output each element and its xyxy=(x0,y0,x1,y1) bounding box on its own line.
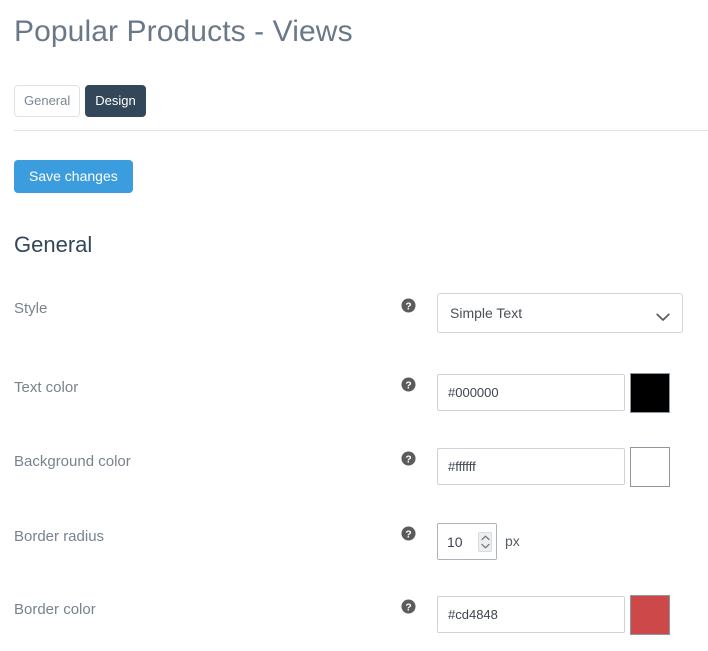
form-row-background-color: Background color ? xyxy=(0,447,708,491)
tab-bar: General Design xyxy=(14,85,146,117)
border-color-input[interactable] xyxy=(437,596,625,633)
svg-text:?: ? xyxy=(405,529,411,540)
save-changes-button[interactable]: Save changes xyxy=(14,160,133,193)
border-radius-spin-buttons[interactable] xyxy=(478,531,492,552)
label-background-color: Background color xyxy=(14,453,131,470)
svg-text:?: ? xyxy=(405,301,411,312)
label-style: Style xyxy=(14,300,48,317)
header-divider xyxy=(14,130,708,131)
text-color-swatch[interactable] xyxy=(630,373,670,413)
form-row-style: Style ? Simple Text xyxy=(0,293,708,337)
chevron-down-icon xyxy=(656,309,670,321)
border-color-swatch[interactable] xyxy=(630,595,670,635)
tab-design[interactable]: Design xyxy=(85,85,146,117)
style-select-box[interactable]: Simple Text xyxy=(437,293,683,333)
page-title: Popular Products - Views xyxy=(14,15,353,48)
border-radius-stepper[interactable] xyxy=(437,523,497,560)
form-row-border-radius: Border radius ? px xyxy=(0,522,708,566)
section-heading-general: General xyxy=(14,232,93,257)
svg-text:?: ? xyxy=(405,454,411,465)
label-text-color: Text color xyxy=(14,379,79,396)
help-circle-icon[interactable]: ? xyxy=(401,298,416,313)
help-circle-icon[interactable]: ? xyxy=(401,377,416,392)
help-circle-icon[interactable]: ? xyxy=(401,451,416,466)
text-color-input[interactable] xyxy=(437,374,625,411)
label-border-radius: Border radius xyxy=(14,528,105,545)
form-row-text-color: Text color ? xyxy=(0,373,708,417)
style-select[interactable]: Simple Text xyxy=(437,293,683,333)
style-select-value: Simple Text xyxy=(450,305,523,321)
border-radius-input[interactable] xyxy=(447,533,478,550)
svg-text:?: ? xyxy=(405,602,411,613)
settings-page: Popular Products - Views General Design … xyxy=(0,0,708,651)
border-radius-unit-label: px xyxy=(505,533,520,549)
chevron-up-icon xyxy=(480,535,490,540)
chevron-down-icon xyxy=(480,543,490,548)
help-circle-icon[interactable]: ? xyxy=(401,599,416,614)
tab-general[interactable]: General xyxy=(14,85,81,117)
help-circle-icon[interactable]: ? xyxy=(401,526,416,541)
form-row-border-color: Border color ? xyxy=(0,595,708,639)
background-color-swatch[interactable] xyxy=(630,447,670,487)
svg-text:?: ? xyxy=(405,380,411,391)
label-border-color: Border color xyxy=(14,601,96,618)
background-color-input[interactable] xyxy=(437,448,625,485)
